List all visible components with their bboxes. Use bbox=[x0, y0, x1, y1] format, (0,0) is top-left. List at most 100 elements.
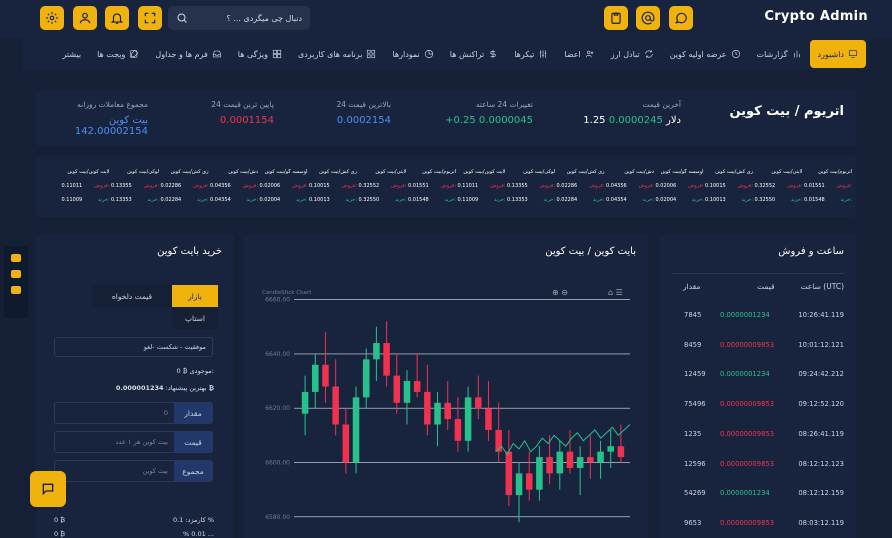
ticker-name: لوکی/بیت کوین bbox=[523, 169, 555, 175]
search-box[interactable]: دنبال چی میگردی ... ؟ bbox=[168, 6, 310, 30]
chart-icon[interactable] bbox=[11, 286, 21, 294]
exchange-icon bbox=[645, 50, 653, 58]
volume-value: 142.00002154 bbox=[74, 126, 148, 137]
nav-item-9[interactable]: ویژگی ها bbox=[230, 40, 290, 68]
nav-item-12[interactable]: بیشتر bbox=[54, 40, 89, 68]
ticker-card[interactable]: زی کش/بیت کوین فروش: 0.10015 خرید: 0.10013 bbox=[705, 169, 753, 203]
ticker-sell: 0.02006 bbox=[655, 183, 677, 189]
ticker-name: زی کش/بیت کوین bbox=[715, 169, 753, 175]
ticker-card[interactable]: دش/بیت کوین فروش: 0.04356 خرید: 0.04354 bbox=[210, 169, 258, 203]
tab-market[interactable]: بازار bbox=[172, 285, 218, 307]
clock-icon bbox=[731, 49, 740, 59]
top-bar: دنبال چی میگردی ... ؟ Crypto Admin bbox=[0, 0, 892, 38]
candle-body bbox=[464, 397, 472, 441]
nav-item-10[interactable]: فرم ها و جداول bbox=[147, 40, 229, 68]
ticker-buy: 0.11009 bbox=[457, 197, 479, 203]
amount-field[interactable]: مقدار 0 bbox=[54, 402, 213, 424]
monitor-icon bbox=[848, 50, 858, 58]
nav-item-7[interactable]: نمودارها bbox=[384, 40, 441, 68]
at-icon[interactable] bbox=[636, 6, 660, 30]
high-label: بالاترین قیمت 24 bbox=[336, 100, 391, 109]
trades-panel-title: ساعت و فروش bbox=[778, 246, 844, 257]
dollar-icon bbox=[490, 49, 496, 59]
ticker-card[interactable]: زی کش/بیت کوین فروش: 0.02286 خرید: 0.02284 bbox=[557, 169, 605, 203]
ticker-buy-label: خرید: bbox=[295, 197, 308, 203]
clipboard-icon[interactable] bbox=[604, 6, 628, 30]
tab-limit[interactable]: قیمت دلخواه bbox=[92, 285, 172, 307]
ticker-name: زی کش/بیت کوین bbox=[170, 169, 209, 175]
gear-icon[interactable] bbox=[40, 6, 64, 30]
ticker-buy-label: خرید: bbox=[493, 197, 506, 203]
ticker-card[interactable]: زی کش/بیت کوین فروش: 0.10015 خرید: 0.10013 bbox=[309, 169, 357, 203]
nav-item-5[interactable]: تیکرها bbox=[506, 40, 556, 68]
side-toolbar bbox=[4, 246, 28, 318]
candle-body bbox=[362, 359, 370, 398]
nav-item-6[interactable]: تراکنش ها bbox=[442, 40, 506, 68]
nav-item-0[interactable]: داشبورد bbox=[809, 40, 866, 68]
ticker-card[interactable]: اتریوم/بیت کوین فروش: 0.01551 خرید: 0.01548 bbox=[408, 169, 456, 203]
ticker-sell-label: فروش: bbox=[193, 183, 209, 189]
wallet-icon[interactable] bbox=[11, 254, 21, 262]
fee-label: کارمزد: 0.1 % bbox=[172, 516, 214, 524]
ticker-sell: 0.10015 bbox=[309, 183, 330, 189]
ticker-card[interactable]: لوکی/بیت کوین فروش: 0.13355 خرید: 0.13353 bbox=[111, 169, 159, 203]
ticker-buy: 0.32550 bbox=[358, 197, 380, 203]
ticker-buy: 0.02004 bbox=[655, 197, 677, 203]
nav-item-8[interactable]: برنامه های کاربردی bbox=[290, 40, 384, 68]
candle-body bbox=[383, 343, 390, 376]
ticker-buy: 0.32550 bbox=[754, 197, 776, 203]
y-tick-label: 6620.00 bbox=[265, 405, 290, 412]
ticker-sell-label: فروش: bbox=[490, 183, 506, 189]
ticker-card[interactable]: زی کش/بیت کوین فروش: 0.02286 خرید: 0.02284 bbox=[161, 169, 209, 203]
ticker-buy: 0.04354 bbox=[606, 197, 627, 203]
nav-item-3[interactable]: تبادل ارز bbox=[603, 40, 662, 68]
ticker-sell: 0.11011 bbox=[61, 183, 83, 189]
chart-caption: CandleStick Chart bbox=[262, 290, 312, 296]
candlestick-chart[interactable]: CandleStick Chart ⊕ ⊖ ⌂ ☰ 6580.00 6600.00 662… bbox=[244, 234, 648, 538]
ticker-card[interactable]: دش/بیت کوین فروش: 0.04356 خرید: 0.04354 bbox=[606, 169, 654, 203]
ticker-name: اتریوم/بیت کوین bbox=[422, 169, 456, 175]
user-icon[interactable] bbox=[73, 6, 97, 30]
ticker-card[interactable]: لایت کوین/بیت کوین فروش: 0.11011 خرید: 0.110… bbox=[458, 169, 506, 203]
card-icon[interactable] bbox=[11, 270, 21, 278]
ticker-card[interactable]: اتریوم/بیت کوین فروش: 0.01551 خرید: 0.01548 bbox=[804, 169, 852, 203]
ticker-card[interactable]: لایتی/بیت کوین فروش: 0.32552 خرید: 0.32550 bbox=[359, 169, 407, 203]
low-label: پایین ترین قیمت 24 bbox=[211, 100, 274, 109]
nav-item-11[interactable]: ویجت ها bbox=[89, 40, 147, 68]
balance-row: 0 ₿ موجودی: bbox=[177, 367, 215, 375]
ticker-card[interactable]: لایت کوین/بیت کوین فروش: 0.11011 خرید: 0.110… bbox=[62, 169, 110, 203]
pair-title: اتریوم / بیت کوین bbox=[729, 104, 844, 119]
trade-time: 08:12:12.123 bbox=[798, 459, 844, 468]
ticker-buy-label: خرید: bbox=[741, 197, 753, 203]
inbox-icon bbox=[212, 50, 221, 58]
brand-title: Crypto Admin bbox=[764, 9, 868, 24]
chat-icon[interactable] bbox=[669, 6, 693, 30]
ticker-card[interactable]: اومیسه گو/بیت کوین فروش: 0.02006 خرید: 0.020… bbox=[656, 169, 704, 203]
price-placeholder: بیت کوین هر ۱ عدد bbox=[115, 438, 168, 446]
ticker-card[interactable]: اومیسه گو/بیت کوین فروش: 0.02006 خرید: 0.020… bbox=[260, 169, 308, 203]
ticker-sell-label: فروش: bbox=[787, 183, 803, 189]
fullscreen-icon[interactable] bbox=[138, 6, 162, 30]
trade-time: 09:12:52.120 bbox=[798, 400, 844, 409]
candle-body bbox=[587, 457, 594, 463]
best-offer-row: بهترین پیشنهاد: 0.000001234 ₿ bbox=[116, 384, 214, 392]
ticker-card[interactable]: لوکی/بیت کوین فروش: 0.13355 خرید: 0.13353 bbox=[507, 169, 555, 203]
ticker-buy-label: خرید: bbox=[592, 197, 605, 203]
ticker-name: لایتی/بیت کوین bbox=[771, 169, 803, 175]
ticker-buy-label: خرید: bbox=[444, 197, 456, 203]
nav-item-1[interactable]: گزارشات bbox=[749, 40, 810, 68]
volume-unit: بیت کوین bbox=[108, 115, 148, 126]
total-field[interactable]: مجموع بیت کوین bbox=[54, 460, 213, 482]
nav-item-4[interactable]: اعضا bbox=[556, 40, 602, 68]
ticker-sell: 0.32552 bbox=[358, 183, 380, 189]
mode-select[interactable]: موفقیت - شکست -لغو bbox=[54, 337, 213, 357]
chart-panel: بایت کوین / بیت کوین CandleStick Chart ⊕ … bbox=[244, 234, 648, 538]
chat-fab[interactable] bbox=[30, 471, 66, 507]
sliders-icon bbox=[540, 50, 547, 58]
tab-stop[interactable]: استاپ bbox=[172, 307, 218, 329]
ticker-card[interactable]: لایتی/بیت کوین فروش: 0.32552 خرید: 0.32550 bbox=[755, 169, 803, 203]
bell-icon[interactable] bbox=[105, 6, 129, 30]
search-placeholder: دنبال چی میگردی ... ؟ bbox=[226, 13, 302, 23]
price-field[interactable]: قیمت بیت کوین هر ۱ عدد bbox=[54, 431, 213, 453]
nav-item-2[interactable]: عرضه اولیه کوین bbox=[662, 40, 749, 68]
